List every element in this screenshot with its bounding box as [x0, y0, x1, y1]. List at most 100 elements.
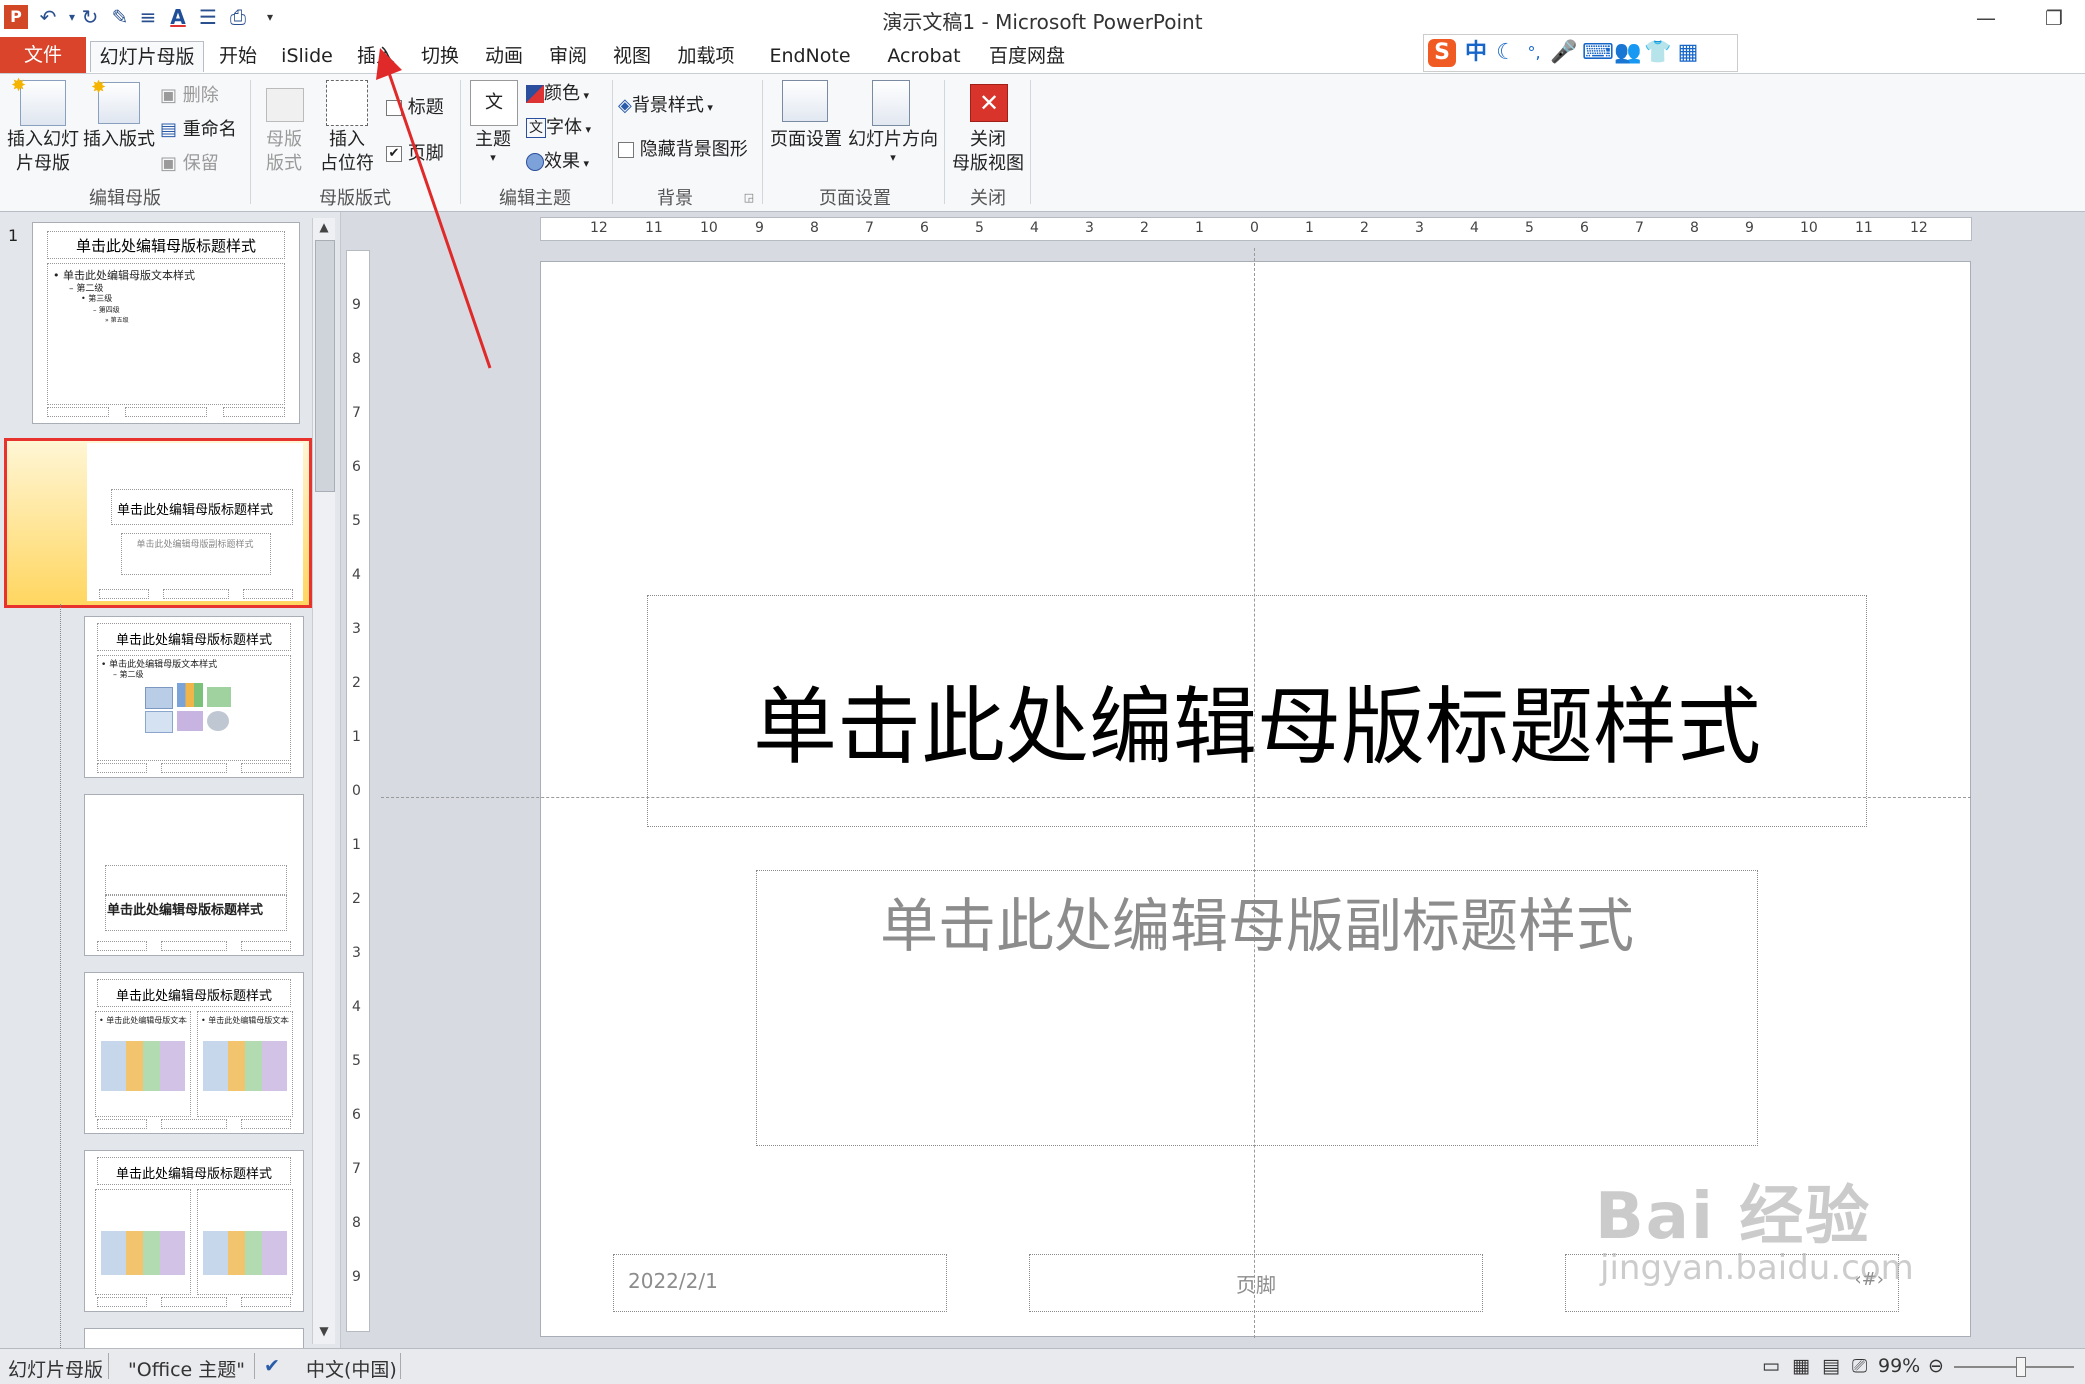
subtitle-text[interactable]: 单击此处编辑母版副标题样式: [757, 879, 1757, 963]
date-placeholder[interactable]: 2022/2/1: [613, 1254, 947, 1312]
sogou-logo-icon[interactable]: S: [1428, 39, 1456, 67]
tab-islide[interactable]: iSlide: [276, 41, 338, 71]
thumb-footer-placeholder: [125, 407, 207, 417]
smartart-icon: [207, 687, 231, 707]
slide-master-thumbnail[interactable]: 单击此处编辑母版标题样式 • 单击此处编辑母版文本样式 – 第二级 • 第三级 …: [32, 222, 300, 424]
user-icon[interactable]: 👥: [1614, 39, 1642, 67]
chevron-down-icon: ▾: [890, 151, 896, 164]
scrollbar-thumb[interactable]: [315, 240, 335, 492]
spellcheck-icon[interactable]: ✔: [264, 1355, 280, 1377]
slide-orientation-button[interactable]: 幻灯片方向 ▾: [846, 128, 940, 164]
content-icons: [203, 1231, 287, 1275]
ruler-tick-label: 5: [352, 513, 361, 529]
ruler-tick-label: 2: [352, 675, 361, 691]
date-text[interactable]: 2022/2/1: [628, 1269, 718, 1293]
skin-icon[interactable]: 👕: [1644, 39, 1672, 67]
rename-button[interactable]: ▤ 重命名: [160, 118, 250, 142]
thumb-footer-placeholder: [161, 1297, 227, 1307]
punctuation-indicator[interactable]: °,: [1520, 39, 1548, 67]
microphone-icon[interactable]: 🎤: [1550, 39, 1578, 67]
colors-button[interactable]: 颜色 ▾: [526, 82, 606, 108]
ime-mode-indicator[interactable]: 中: [1462, 39, 1490, 67]
thumb-title: 单击此处编辑母版标题样式: [116, 503, 273, 518]
next-layout-thumbnail[interactable]: [84, 1328, 304, 1349]
ruler-tick-label: 4: [352, 567, 361, 583]
title-layout-slide: 单击此处编辑母版标题样式 单击此处编辑母版副标题样式: [87, 443, 303, 601]
thumb-title: 单击此处编辑母版标题样式: [115, 1167, 272, 1182]
comparison-layout-thumbnail[interactable]: 单击此处编辑母版标题样式: [84, 1150, 304, 1312]
close-master-view-label-1: 关闭: [970, 129, 1006, 150]
title-content-layout-thumbnail[interactable]: 单击此处编辑母版标题样式 • 单击此处编辑母版文本样式 – 第二级: [84, 616, 304, 778]
footer-placeholder[interactable]: 页脚: [1029, 1254, 1483, 1312]
thumb-title: 单击此处编辑母版标题样式: [107, 903, 264, 918]
tab-baidu-netdisk[interactable]: 百度网盘: [982, 41, 1072, 71]
status-theme-name[interactable]: "Office 主题": [128, 1355, 245, 1382]
content-icons: [101, 1041, 185, 1091]
background-dialog-launcher-icon[interactable]: ◲: [742, 186, 756, 210]
grid-icon[interactable]: ▦: [1674, 39, 1702, 67]
group-separator: [250, 80, 251, 204]
tab-file[interactable]: 文件: [0, 37, 86, 73]
zoom-level[interactable]: 99%: [1878, 1355, 1920, 1377]
rename-icon: ▤: [160, 119, 178, 140]
master-layout-button[interactable]: 母版 版式: [258, 128, 310, 176]
footer-text[interactable]: 页脚: [1030, 1269, 1482, 1298]
title-text[interactable]: 单击此处编辑母版标题样式: [648, 660, 1866, 781]
background-styles-button[interactable]: ◈背景样式 ▾: [618, 94, 738, 120]
thumb-date-placeholder: [97, 763, 147, 773]
delete-button[interactable]: ▣ 删除: [160, 84, 234, 108]
slide-sorter-icon[interactable]: ▦: [1792, 1355, 1810, 1377]
horizontal-ruler[interactable]: 12 11 10 9 8 7 6 5 4 3 2 1 0 1 2 3 4 5 6 7 8 9 10 11 12: [540, 217, 1972, 241]
title-placeholder[interactable]: 单击此处编辑母版标题样式: [647, 595, 1867, 827]
insert-slide-master-button[interactable]: 插入幻灯 片母版: [2, 128, 84, 176]
tab-acrobat[interactable]: Acrobat: [884, 41, 964, 71]
baidu-watermark: Bai 经验: [1595, 1180, 1872, 1254]
tab-home[interactable]: 开始: [210, 41, 266, 71]
chevron-down-icon: ▾: [703, 101, 713, 114]
content-icons: [101, 1231, 185, 1275]
page-setup-button[interactable]: 页面设置: [768, 128, 844, 152]
two-content-layout-thumbnail[interactable]: 单击此处编辑母版标题样式 • 单击此处编辑母版文本样式 • 单击此处编辑母版文本…: [84, 972, 304, 1134]
slideshow-icon[interactable]: ⎚: [1852, 1355, 1867, 1377]
hide-background-checkbox[interactable]: 隐藏背景图形: [618, 138, 758, 162]
tab-slide-master[interactable]: 幻灯片母版: [90, 41, 204, 72]
tab-addins[interactable]: 加载项: [670, 41, 742, 71]
preserve-button[interactable]: ▣ 保留: [160, 152, 234, 176]
group-separator: [612, 80, 613, 204]
fonts-label: 字体: [546, 117, 582, 138]
tab-view[interactable]: 视图: [606, 41, 658, 71]
ruler-tick-label: 9: [352, 1269, 361, 1285]
ruler-tick-label: 10: [1800, 220, 1818, 236]
vertical-ruler[interactable]: 9 8 7 6 5 4 3 2 1 0 1 2 3 4 5 6 7 8 9: [346, 250, 370, 1332]
minimize-button[interactable]: —: [1966, 4, 2006, 32]
zoom-slider-thumb[interactable]: [2016, 1357, 2026, 1377]
zoom-out-icon[interactable]: ⊖: [1928, 1355, 1944, 1377]
insert-layout-button[interactable]: 插入版式: [82, 128, 156, 152]
section-header-layout-thumbnail[interactable]: 单击此处编辑母版标题样式: [84, 794, 304, 956]
thumb-number-placeholder: [223, 407, 285, 417]
ruler-tick-label: 5: [1525, 220, 1534, 236]
thumbnails-scrollbar[interactable]: ▲ ▼: [312, 218, 335, 1344]
zoom-slider[interactable]: [1954, 1366, 2074, 1368]
tab-review[interactable]: 审阅: [542, 41, 594, 71]
subtitle-placeholder[interactable]: 单击此处编辑母版副标题样式: [756, 870, 1758, 1146]
close-master-view-icon: ✕: [970, 84, 1008, 122]
effects-button[interactable]: 效果 ▾: [526, 150, 606, 176]
fonts-button[interactable]: 文字体 ▾: [526, 116, 606, 142]
tab-endnote[interactable]: EndNote X9: [754, 41, 866, 97]
scroll-up-icon[interactable]: ▲: [316, 220, 332, 236]
ruler-tick-label: 8: [810, 220, 819, 236]
thumb-left-text: • 单击此处编辑母版文本样式: [99, 1016, 187, 1025]
reading-view-icon[interactable]: ▤: [1822, 1355, 1840, 1377]
normal-view-icon[interactable]: ▭: [1762, 1355, 1780, 1377]
scroll-down-icon[interactable]: ▼: [316, 1324, 332, 1340]
moon-icon[interactable]: ☾: [1492, 39, 1520, 67]
divider: [254, 1353, 255, 1379]
close-master-view-button[interactable]: 关闭 母版视图: [946, 128, 1030, 176]
master-layout-label-1: 母版: [266, 129, 302, 150]
chart-icon: [177, 683, 203, 707]
restore-button[interactable]: ❐: [2034, 4, 2074, 32]
title-layout-thumbnail-selected[interactable]: 单击此处编辑母版标题样式 单击此处编辑母版副标题样式: [4, 438, 312, 608]
status-language[interactable]: 中文(中国): [306, 1355, 397, 1382]
keyboard-icon[interactable]: ⌨: [1582, 39, 1614, 67]
